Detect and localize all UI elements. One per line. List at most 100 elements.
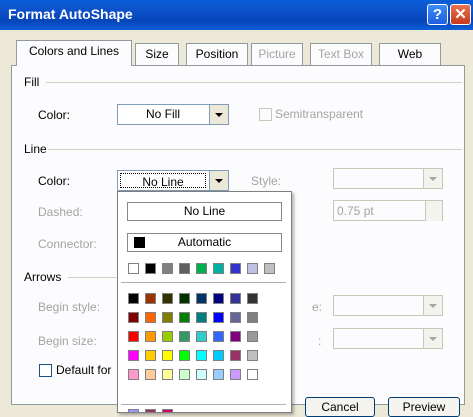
recent-color-swatch[interactable] (179, 263, 190, 274)
palette-color-swatch[interactable] (162, 331, 173, 342)
palette-color-swatch[interactable] (179, 293, 190, 304)
recent-color-swatch[interactable] (247, 263, 258, 274)
chevron-down-icon[interactable] (423, 329, 442, 348)
chevron-down-icon[interactable] (423, 169, 442, 188)
palette-color-swatch[interactable] (128, 369, 139, 380)
spin-up-icon[interactable] (425, 201, 442, 211)
arrows-section-label: Arrows (24, 270, 62, 284)
line-color-dropdown[interactable]: No Line (117, 170, 229, 191)
close-button[interactable]: ✕ (450, 4, 471, 25)
palette-color-swatch[interactable] (213, 350, 224, 361)
recent-color-swatch[interactable] (230, 263, 241, 274)
line-style-dropdown[interactable] (333, 168, 443, 189)
line-weight-spinner[interactable]: 0.75 pt (333, 200, 443, 221)
cancel-button[interactable]: Cancel (305, 397, 375, 417)
palette-color-swatch[interactable] (128, 312, 139, 323)
extra-color-swatch[interactable] (162, 409, 173, 412)
tab-picture[interactable]: Picture (251, 43, 303, 65)
palette-color-swatch[interactable] (145, 369, 156, 380)
palette-color-swatch[interactable] (230, 293, 241, 304)
arrows-divider (68, 277, 116, 278)
line-section-label: Line (24, 142, 47, 156)
palette-color-swatch[interactable] (230, 312, 241, 323)
end-style-dropdown[interactable] (333, 295, 443, 316)
palette-color-swatch[interactable] (213, 331, 224, 342)
extra-color-swatch[interactable] (128, 409, 139, 412)
palette-color-swatch[interactable] (145, 293, 156, 304)
palette-color-swatch[interactable] (230, 369, 241, 380)
palette-color-swatch[interactable] (230, 350, 241, 361)
palette-color-swatch[interactable] (196, 312, 207, 323)
extra-color-swatch[interactable] (145, 409, 156, 412)
palette-color-swatch[interactable] (247, 369, 258, 380)
end-size-label: : (318, 334, 322, 348)
tab-text-box[interactable]: Text Box (310, 43, 372, 65)
tab-web[interactable]: Web (379, 43, 441, 65)
default-for-checkbox[interactable] (39, 364, 52, 377)
palette-color-swatch[interactable] (162, 369, 173, 380)
line-color-label: Color: (38, 174, 71, 188)
preview-button[interactable]: Preview (388, 397, 460, 417)
title-bar[interactable]: Format AutoShape ? ✕ (0, 0, 473, 30)
end-size-value (334, 329, 422, 348)
palette-color-swatch[interactable] (128, 350, 139, 361)
line-style-value (334, 169, 422, 188)
palette-color-swatch[interactable] (179, 369, 190, 380)
begin-style-label: Begin style: (38, 300, 101, 314)
recent-color-swatch[interactable] (145, 263, 156, 274)
recent-color-swatch[interactable] (213, 263, 224, 274)
palette-color-swatch[interactable] (179, 350, 190, 361)
palette-color-swatch[interactable] (196, 369, 207, 380)
end-style-value (334, 296, 422, 315)
fill-divider (46, 82, 462, 83)
chevron-down-icon[interactable] (209, 105, 228, 124)
fill-color-dropdown[interactable]: No Fill (117, 104, 229, 125)
automatic-label: Automatic (177, 235, 232, 249)
recent-color-swatch[interactable] (162, 263, 173, 274)
semitransparent-label: Semitransparent (275, 107, 364, 121)
line-color-palette: No Line Automatic (117, 191, 292, 413)
palette-color-swatch[interactable] (196, 350, 207, 361)
palette-color-swatch[interactable] (213, 312, 224, 323)
chevron-down-icon[interactable] (423, 296, 442, 315)
palette-color-swatch[interactable] (145, 350, 156, 361)
palette-color-swatch[interactable] (196, 293, 207, 304)
end-style-label: e: (312, 300, 323, 314)
no-line-option[interactable]: No Line (127, 202, 282, 221)
default-for-label: Default for (56, 363, 112, 377)
tab-size[interactable]: Size (135, 43, 179, 65)
palette-color-swatch[interactable] (213, 293, 224, 304)
palette-color-swatch[interactable] (196, 331, 207, 342)
line-divider (48, 149, 462, 150)
palette-color-swatch[interactable] (247, 293, 258, 304)
palette-color-swatch[interactable] (230, 331, 241, 342)
tab-position[interactable]: Position (186, 43, 248, 65)
recent-color-swatch[interactable] (264, 263, 275, 274)
palette-color-swatch[interactable] (145, 331, 156, 342)
palette-color-swatch[interactable] (179, 331, 190, 342)
palette-color-swatch[interactable] (128, 293, 139, 304)
palette-color-swatch[interactable] (162, 293, 173, 304)
begin-size-label: Begin size: (38, 334, 97, 348)
help-button[interactable]: ? (427, 4, 448, 25)
spin-down-icon[interactable] (425, 211, 442, 221)
chevron-down-icon[interactable] (209, 171, 228, 190)
palette-color-swatch[interactable] (213, 369, 224, 380)
palette-color-swatch[interactable] (162, 350, 173, 361)
end-size-dropdown[interactable] (333, 328, 443, 349)
recent-color-swatch[interactable] (128, 263, 139, 274)
palette-color-swatch[interactable] (128, 331, 139, 342)
automatic-option[interactable]: Automatic (127, 233, 282, 252)
recent-color-swatch[interactable] (196, 263, 207, 274)
palette-color-swatch[interactable] (247, 331, 258, 342)
palette-separator-2 (121, 404, 286, 405)
line-style-label: Style: (251, 174, 282, 188)
connector-label: Connector: (38, 237, 97, 251)
tab-colors-and-lines[interactable]: Colors and Lines (16, 40, 132, 66)
palette-color-swatch[interactable] (145, 312, 156, 323)
palette-color-swatch[interactable] (179, 312, 190, 323)
semitransparent-checkbox[interactable] (259, 108, 272, 121)
palette-color-swatch[interactable] (247, 350, 258, 361)
palette-color-swatch[interactable] (162, 312, 173, 323)
palette-color-swatch[interactable] (247, 312, 258, 323)
